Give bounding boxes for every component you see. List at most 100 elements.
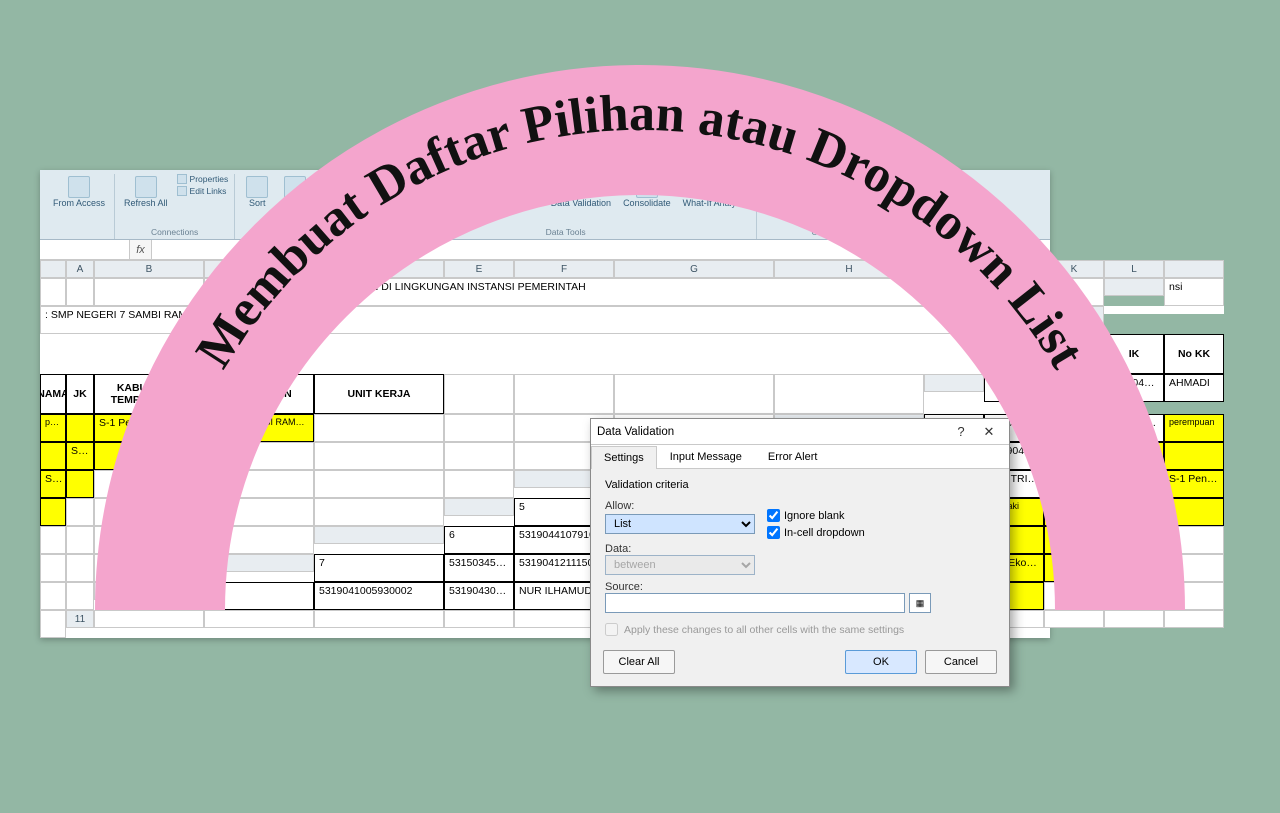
table-cell[interactable]: HAYADIN [1044,442,1104,470]
column-header[interactable]: C [204,260,314,278]
formula-input[interactable] [152,240,1050,259]
table-cell[interactable]: 9041812870001 [1044,374,1104,402]
table-cell[interactable]: 7 [314,554,444,582]
table-cell[interactable]: 6 [444,526,514,554]
table-cell[interactable] [1104,526,1164,554]
table-cell[interactable]: 8 [204,582,314,610]
table-cell[interactable] [94,442,204,470]
table-cell[interactable]: perempuan [1104,442,1164,470]
ribbon-group[interactable]: Group [763,174,795,211]
ribbon-consolidate[interactable]: Consolidate [620,174,674,211]
ignore-blank-checkbox[interactable]: Ignore blank [767,509,865,522]
table-cell[interactable]: S-1 Pendidikan [40,470,66,498]
tab-input-message[interactable]: Input Message [657,445,755,468]
table-header[interactable]: KABUPATEN TEMPAT LAHIR [94,374,204,414]
column-header[interactable]: H [774,260,924,278]
table-cell[interactable] [1044,498,1104,526]
table-cell[interactable]: S-1 Pendidikan [66,442,94,470]
ribbon-subtotal[interactable]: Subtotal [848,174,887,211]
table-cell[interactable] [40,442,66,470]
table-cell[interactable]: 5319041005930002 [314,582,444,610]
column-header[interactable]: L [1104,260,1164,278]
table-header[interactable]: No KK [1164,334,1224,374]
table-cell[interactable] [66,414,94,442]
table-cell[interactable]: 5319042902160005 [1044,414,1104,442]
table-cell[interactable]: 5319043007080667 [444,582,514,610]
table-cell[interactable]: SITI RAHMAH [1104,414,1164,442]
table-header[interactable] [1044,334,1104,374]
ribbon-sort[interactable]: Sort [241,174,273,211]
column-header[interactable]: J [984,260,1044,278]
dialog-titlebar[interactable]: Data Validation ? ✕ [591,419,1009,445]
table-cell[interactable] [66,470,94,498]
table-header[interactable]: UNIT KERJA [314,374,444,414]
ribbon-connections-small[interactable]: Properties Edit Links [177,174,229,196]
ribbon-filter-small[interactable]: Reapply Advanced [317,174,368,196]
column-header[interactable]: F [514,260,614,278]
ribbon-text-to-columns[interactable]: Text to Columns [381,174,452,211]
ribbon-remove-duplicates[interactable]: Remove Duplicates [458,174,542,211]
range-picker-icon[interactable]: ▦ [909,593,931,613]
tab-settings[interactable]: Settings [591,446,657,469]
cancel-button[interactable]: Cancel [925,650,997,674]
validation-criteria-label: Validation criteria [605,479,995,491]
table-cell[interactable]: SMPN 7 SAMBI RAMPAS [204,414,314,442]
subtitle-right: : SMP NEGERI 7 SAMBI RAMPAS [40,306,1044,334]
tab-error-alert[interactable]: Error Alert [755,445,831,468]
cell[interactable] [94,278,204,306]
dialog-tabs: Settings Input Message Error Alert [591,445,1009,469]
ribbon-whatif[interactable]: What-If Analysis [680,174,751,211]
name-box[interactable] [40,240,130,259]
fx-icon[interactable]: fx [130,240,152,259]
table-cell[interactable]: perempuan [40,414,66,442]
table-cell[interactable] [1164,498,1224,526]
cell[interactable] [40,278,66,306]
table-header[interactable]: JK [66,374,94,414]
table-cell[interactable] [1164,442,1224,470]
table-cell[interactable]: AHMADI [1164,374,1224,402]
table-cell[interactable] [40,498,66,526]
table-cell[interactable] [984,374,1044,402]
dialog-close-icon[interactable]: ✕ [975,424,1003,440]
table-header[interactable]: NAMA [40,374,66,414]
table-cell[interactable] [1104,470,1164,498]
column-header[interactable]: A [66,260,94,278]
row-header[interactable]: 11 [66,610,94,628]
ribbon-filter[interactable]: Filter [279,174,311,211]
dialog-help-icon[interactable]: ? [947,424,975,439]
table-cell[interactable]: S-1 Pendidikan [1044,526,1104,554]
clear-all-button[interactable]: Clear All [603,650,675,674]
table-cell[interactable]: laki-laki [1044,470,1104,498]
table-cell[interactable]: S-1 Pendidikan [1104,498,1164,526]
table-cell[interactable]: S-1 Pendidikan [1164,470,1224,498]
table-header[interactable]: PENDIDIKAN [204,374,314,414]
column-header[interactable]: D [314,260,444,278]
column-header[interactable]: G [614,260,774,278]
column-header[interactable]: E [444,260,514,278]
table-cell[interactable]: perempuan [1164,414,1224,442]
table-cell[interactable]: S-1 Pendidikan fisika [94,414,204,442]
ribbon-ungroup[interactable]: Ungroup [801,174,842,211]
incell-dropdown-checkbox[interactable]: In-cell dropdown [767,526,865,539]
formula-bar: fx [40,240,1050,260]
sheet-title[interactable]: DAFTAR NAMA TENAGA NON ASN DI LINGKUNGAN… [204,278,1104,306]
allow-select[interactable]: List [605,514,755,534]
dialog-title: Data Validation [597,426,674,438]
ribbon-data-validation[interactable]: Data Validation [548,174,614,211]
column-header[interactable]: I [924,260,984,278]
table-cell[interactable]: 5315034508910005 [444,554,514,582]
column-header[interactable]: B [94,260,204,278]
subtitle-left: nsi [1164,278,1224,306]
row-header[interactable] [1164,260,1224,278]
cell[interactable] [66,278,94,306]
table-cell[interactable]: 5319042902160005 [1104,374,1164,402]
ribbon: From Access Refresh All Properties Edit … [40,170,1050,240]
column-header[interactable]: K [1044,260,1104,278]
data-select: between [605,555,755,575]
ribbon-from-access[interactable]: From Access [50,174,108,211]
source-input[interactable] [605,593,905,613]
table-header[interactable]: IK [1104,334,1164,374]
ribbon-refresh-all[interactable]: Refresh All [121,174,171,211]
table-cell[interactable] [1044,554,1104,582]
ok-button[interactable]: OK [845,650,917,674]
